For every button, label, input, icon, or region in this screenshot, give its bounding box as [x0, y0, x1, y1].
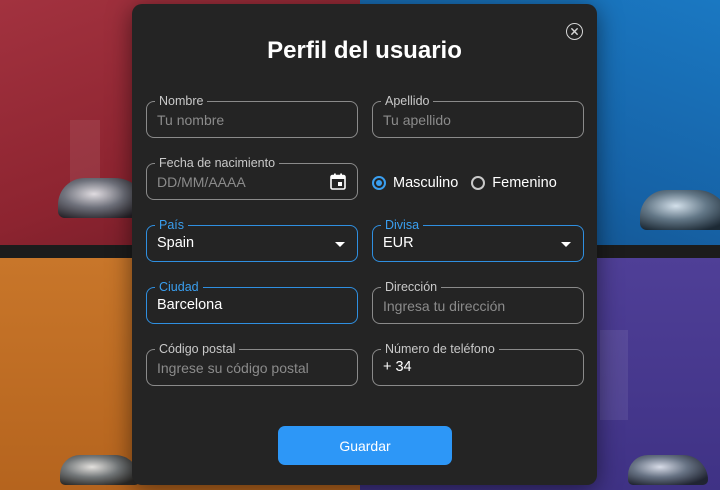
gender-option-label: Masculino — [393, 175, 459, 191]
chevron-down-icon — [335, 242, 345, 247]
background-car-image — [640, 190, 720, 230]
background-skyline — [600, 330, 628, 420]
calendar-icon[interactable] — [330, 173, 346, 190]
first-name-label: Nombre — [155, 94, 208, 109]
background-car-image — [60, 455, 140, 485]
background-car-image — [628, 455, 708, 485]
country-label: País — [155, 218, 189, 233]
chevron-down-icon — [561, 242, 571, 247]
postal-code-placeholder: Ingrese su código postal — [157, 360, 309, 376]
currency-value: EUR — [383, 235, 414, 251]
address-label: Dirección — [381, 280, 442, 295]
birthdate-field[interactable]: Fecha de nacimiento DD/MM/AAAA — [146, 156, 358, 200]
phone-value: + 34 — [383, 359, 412, 375]
first-name-field[interactable]: Nombre Tu nombre — [146, 94, 358, 138]
first-name-placeholder: Tu nombre — [157, 112, 225, 128]
save-button[interactable]: Guardar — [278, 426, 452, 465]
city-field[interactable]: Ciudad Barcelona — [146, 280, 358, 324]
address-placeholder: Ingresa tu dirección — [383, 298, 506, 314]
city-label: Ciudad — [155, 280, 203, 295]
gender-option-male[interactable]: Masculino — [372, 175, 458, 191]
gender-radio-group: Masculino Femenino — [372, 174, 570, 192]
country-value: Spain — [157, 235, 195, 251]
gender-option-label: Femenino — [492, 175, 557, 191]
city-value: Barcelona — [157, 297, 223, 313]
gender-option-female[interactable]: Femenino — [471, 175, 557, 191]
country-select[interactable]: País Spain — [146, 218, 358, 262]
birthdate-placeholder: DD/MM/AAAA — [157, 174, 246, 190]
currency-label: Divisa — [381, 218, 424, 233]
currency-select[interactable]: Divisa EUR — [372, 218, 584, 262]
close-icon — [571, 28, 578, 35]
radio-unchecked-icon — [471, 176, 486, 190]
last-name-label: Apellido — [381, 94, 434, 109]
last-name-field[interactable]: Apellido Tu apellido — [372, 94, 584, 138]
last-name-placeholder: Tu apellido — [383, 112, 451, 128]
radio-checked-icon — [372, 176, 386, 190]
dialog-title: Perfil del usuario — [267, 37, 462, 64]
postal-code-field[interactable]: Código postal Ingrese su código postal — [146, 342, 358, 386]
user-profile-dialog: Perfil del usuario Nombre Tu nombre Apel… — [132, 4, 597, 485]
address-field[interactable]: Dirección Ingresa tu dirección — [372, 280, 584, 324]
postal-code-label: Código postal — [155, 342, 240, 357]
phone-field[interactable]: Número de teléfono + 34 — [372, 342, 584, 386]
birthdate-label: Fecha de nacimiento — [155, 156, 280, 171]
phone-label: Número de teléfono — [381, 342, 499, 357]
